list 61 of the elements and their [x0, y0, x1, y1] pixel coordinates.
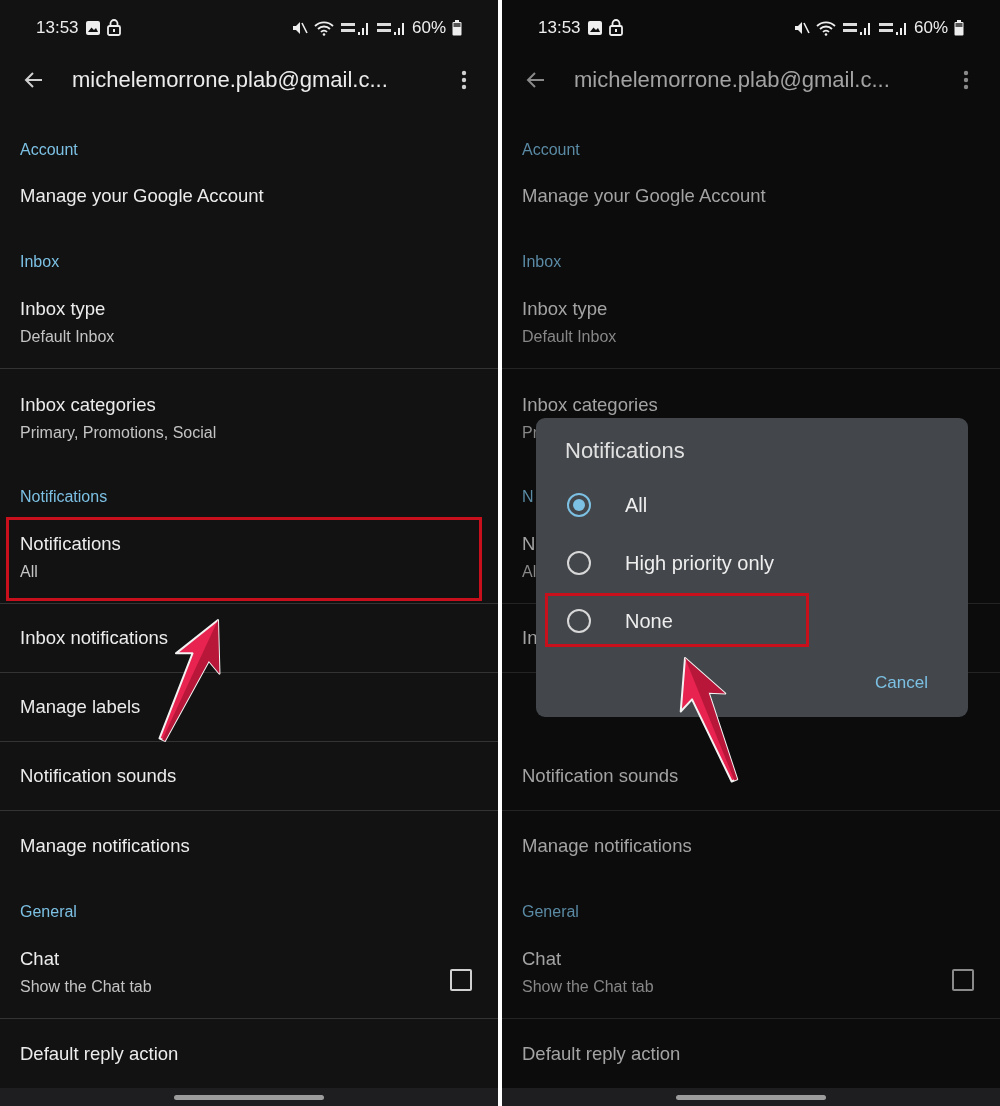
setting-title[interactable]: N: [522, 531, 536, 556]
section-header: Notifications: [20, 486, 108, 507]
battery-icon: [954, 19, 964, 36]
lock-icon: [106, 19, 121, 36]
checkbox[interactable]: [952, 969, 974, 991]
option-label[interactable]: High priority only: [625, 551, 774, 575]
home-handle[interactable]: [676, 1094, 826, 1100]
option-label[interactable]: None: [625, 609, 673, 633]
checkbox[interactable]: [450, 969, 472, 991]
wifi-icon: [815, 19, 836, 36]
setting-value: Primary, Promotions, Social: [20, 423, 217, 443]
setting-value: Pr: [522, 423, 538, 443]
setting-value: Show the Chat tab: [20, 977, 152, 997]
section-header: Account: [522, 140, 580, 160]
section-header: General: [522, 902, 579, 922]
setting-value: Default Inbox: [20, 327, 115, 347]
setting-value: Show the Chat tab: [522, 977, 654, 997]
section-header: General: [20, 902, 77, 922]
section-header: N: [522, 486, 534, 507]
account-title: michelemorrone.plab@gmail.c...: [574, 67, 890, 93]
dialog-title: Notifications: [565, 438, 685, 464]
lock-icon: [608, 19, 623, 36]
setting-title[interactable]: Notifications: [20, 531, 121, 556]
setting-title[interactable]: Default reply action: [522, 1041, 681, 1066]
setting-title[interactable]: Inbox categories: [522, 393, 658, 417]
account-title: michelemorrone.plab@gmail.c...: [72, 67, 388, 93]
setting-title[interactable]: Notification sounds: [522, 764, 679, 788]
cancel-button[interactable]: Cancel: [873, 671, 930, 695]
setting-value: Al: [522, 561, 537, 582]
radio-button[interactable]: [567, 493, 591, 517]
setting-title[interactable]: Inbox type: [20, 297, 106, 321]
battery-icon: [452, 19, 462, 36]
radio-button[interactable]: [567, 551, 591, 575]
setting-title[interactable]: Manage your Google Account: [20, 183, 264, 208]
setting-title[interactable]: Manage notifications: [20, 833, 190, 858]
setting-title[interactable]: Notification sounds: [20, 764, 177, 788]
clock: 13:53: [36, 17, 79, 38]
setting-title[interactable]: Manage notifications: [522, 833, 692, 858]
battery-percentage: 60%: [411, 17, 446, 38]
setting-title[interactable]: Inbox categories: [20, 393, 156, 417]
image-icon: [586, 19, 603, 36]
section-header: Inbox: [20, 252, 60, 272]
setting-value: All: [20, 561, 38, 582]
option-label[interactable]: All: [625, 493, 648, 517]
setting-value: Default Inbox: [522, 327, 617, 347]
radio-button[interactable]: [567, 609, 591, 633]
setting-title[interactable]: Manage your Google Account: [522, 183, 766, 208]
setting-title[interactable]: Chat: [522, 947, 562, 971]
section-header: Inbox: [522, 252, 562, 272]
battery-percentage: 60%: [913, 17, 948, 38]
section-header: Account: [20, 140, 78, 160]
setting-title[interactable]: Inbox notifications: [20, 625, 169, 650]
setting-title[interactable]: Inbox type: [522, 297, 608, 321]
setting-title[interactable]: Manage labels: [20, 694, 141, 719]
home-handle[interactable]: [174, 1094, 324, 1100]
image-icon: [84, 19, 101, 36]
wifi-icon: [313, 19, 334, 36]
setting-title[interactable]: Default reply action: [20, 1041, 179, 1066]
setting-title[interactable]: In: [522, 625, 538, 650]
setting-title[interactable]: Chat: [20, 947, 60, 971]
clock: 13:53: [538, 17, 581, 38]
